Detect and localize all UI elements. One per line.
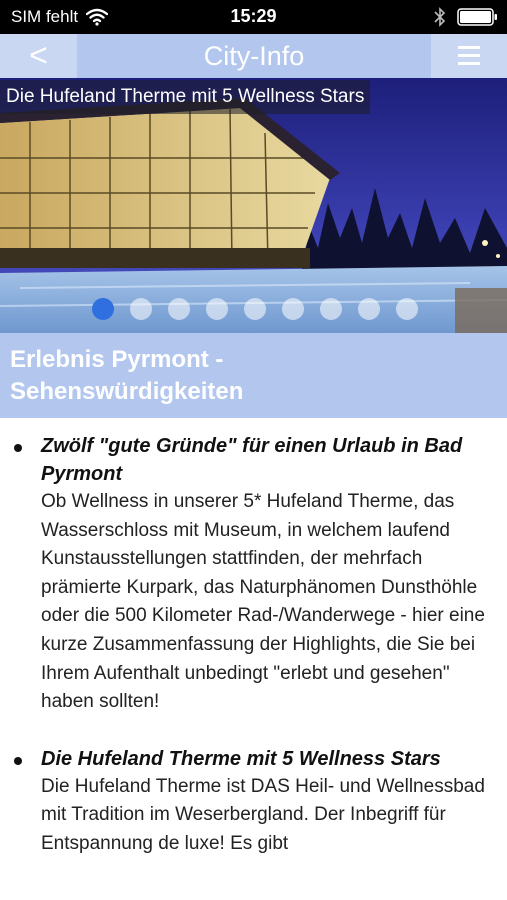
carousel-dot[interactable] bbox=[282, 298, 304, 320]
page-title: City-Info bbox=[203, 41, 305, 71]
back-button[interactable]: < bbox=[0, 34, 77, 78]
section-title-line1: Erlebnis Pyrmont - bbox=[10, 346, 224, 373]
carousel-dot[interactable] bbox=[130, 298, 152, 320]
nav-bar: < City-Info bbox=[0, 34, 507, 78]
item-text: Die Hufeland Therme ist DAS Heil- und We… bbox=[41, 775, 485, 854]
item-title: Die Hufeland Therme mit 5 Wellness Stars bbox=[41, 747, 441, 770]
item-title: Zwölf "gute Gründe" für einen Urlaub in … bbox=[41, 435, 463, 485]
status-bar: SIM fehlt 15:29 bbox=[0, 0, 507, 34]
carousel-dot[interactable] bbox=[396, 298, 418, 320]
bullet bbox=[14, 444, 22, 452]
menu-icon bbox=[458, 54, 480, 57]
item-text: Ob Wellness in unserer 5* Hufeland Therm… bbox=[41, 491, 485, 713]
hero-carousel[interactable]: Die Hufeland Therme mit 5 Wellness Stars bbox=[0, 78, 507, 333]
content-list: Zwölf "gute Gründe" für einen Urlaub in … bbox=[0, 432, 507, 887]
section-header: Erlebnis Pyrmont - Sehenswürdigkeiten bbox=[0, 333, 507, 418]
carousel-dot[interactable] bbox=[320, 298, 342, 320]
carousel-dot[interactable] bbox=[168, 298, 190, 320]
hero-caption: Die Hufeland Therme mit 5 Wellness Stars bbox=[0, 80, 371, 114]
bullet bbox=[14, 756, 22, 765]
list-item[interactable]: Zwölf "gute Gründe" für einen Urlaub in … bbox=[0, 432, 507, 717]
section-title-line2: Sehenswürdigkeiten bbox=[10, 378, 244, 405]
carousel-dot[interactable] bbox=[92, 298, 114, 320]
carousel-dot[interactable] bbox=[358, 298, 380, 320]
menu-icon bbox=[458, 46, 480, 49]
list-item[interactable]: Die Hufeland Therme mit 5 Wellness Stars… bbox=[0, 745, 507, 859]
hero-image bbox=[0, 78, 507, 333]
carousel-dots bbox=[92, 298, 434, 320]
menu-button[interactable] bbox=[431, 34, 507, 78]
battery-icon bbox=[457, 8, 497, 26]
status-time: 15:29 bbox=[230, 6, 277, 26]
carousel-dot[interactable] bbox=[206, 298, 228, 320]
carousel-dot[interactable] bbox=[244, 298, 266, 320]
bluetooth-icon bbox=[434, 7, 446, 27]
menu-icon bbox=[458, 62, 480, 65]
